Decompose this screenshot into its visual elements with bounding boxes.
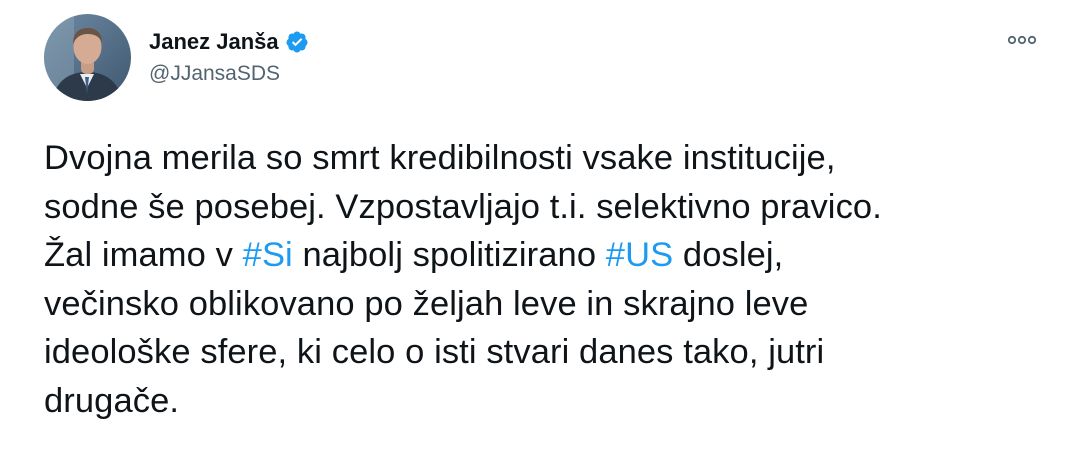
profile-photo-icon bbox=[44, 14, 131, 101]
hashtag-link-us[interactable]: #US bbox=[606, 236, 673, 274]
tweet-text: Dvojna merila so smrt kredibilnosti vsak… bbox=[44, 134, 1044, 425]
tweet-text-segment: najbolj spolitizirano bbox=[292, 236, 606, 274]
tweet-text-line: večinsko oblikovano po željah leve in sk… bbox=[44, 284, 809, 323]
tweet-card: Janez Janša @JJansaSDS Dvojna merila so … bbox=[0, 0, 1074, 458]
tweet-text-line: drugače. bbox=[44, 381, 180, 420]
tweet-text-line: sodne še posebej. Vzpostavljajo t.i. sel… bbox=[44, 187, 882, 226]
tweet-text-segment: Žal imamo v bbox=[44, 236, 243, 274]
tweet-text-line: Dvojna merila so smrt kredibilnosti vsak… bbox=[44, 139, 836, 177]
author-handle[interactable]: @JJansaSDS bbox=[149, 62, 280, 86]
tweet-text-line: ideološke sfere, ki celo o isti stvari d… bbox=[44, 333, 825, 371]
more-options-button[interactable] bbox=[1004, 26, 1040, 54]
author-display-name[interactable]: Janez Janša bbox=[149, 29, 279, 55]
verified-badge-icon bbox=[285, 30, 309, 54]
avatar[interactable] bbox=[44, 14, 131, 101]
author-name-row: Janez Janša bbox=[149, 28, 309, 56]
hashtag-link-si[interactable]: #Si bbox=[243, 236, 293, 274]
tweet-text-segment: doslej, bbox=[673, 236, 784, 274]
more-options-icon bbox=[1007, 35, 1037, 45]
tweet-text-line: Žal imamo v #Si najbolj spolitizirano #U… bbox=[44, 231, 1044, 280]
